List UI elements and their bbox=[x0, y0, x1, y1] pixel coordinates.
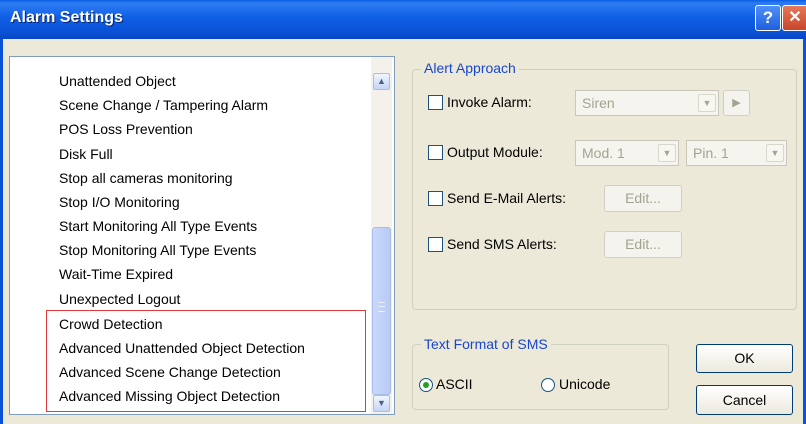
output-module-checkbox[interactable] bbox=[428, 145, 443, 160]
sms-edit-button[interactable]: Edit... bbox=[604, 231, 682, 258]
chevron-down-icon: ▼ bbox=[377, 398, 386, 408]
output-module-value: Mod. 1 bbox=[582, 145, 625, 161]
list-item[interactable]: Stop I/O Monitoring bbox=[59, 194, 180, 210]
window-title: Alarm Settings bbox=[10, 9, 123, 26]
output-module-select[interactable]: Mod. 1 ▼ bbox=[575, 140, 679, 166]
list-item[interactable]: Disk Full bbox=[59, 146, 113, 162]
list-item[interactable]: Unexpected Logout bbox=[59, 291, 180, 307]
list-item[interactable]: Wait-Time Expired bbox=[59, 266, 173, 282]
ascii-radio[interactable] bbox=[419, 378, 433, 392]
close-button[interactable]: ✕ bbox=[782, 5, 806, 31]
unicode-radio[interactable] bbox=[541, 378, 555, 392]
help-button[interactable]: ? bbox=[755, 5, 781, 31]
alarm-sound-value: Siren bbox=[582, 95, 615, 111]
title-bar: Alarm Settings ? ✕ bbox=[0, 0, 806, 39]
sms-alerts-checkbox[interactable] bbox=[428, 237, 443, 252]
email-alerts-label: Send E-Mail Alerts: bbox=[447, 190, 567, 206]
output-module-label: Output Module: bbox=[447, 144, 543, 160]
output-pin-select[interactable]: Pin. 1 ▼ bbox=[686, 140, 787, 166]
email-edit-button[interactable]: Edit... bbox=[604, 185, 682, 212]
ascii-radio-label: ASCII bbox=[436, 376, 473, 392]
scroll-up-button[interactable]: ▲ bbox=[373, 73, 390, 90]
alert-approach-label: Alert Approach bbox=[421, 60, 519, 76]
list-item[interactable]: Stop all cameras monitoring bbox=[59, 170, 233, 186]
list-item[interactable]: Unattended Object bbox=[59, 73, 176, 89]
scroll-down-button[interactable]: ▼ bbox=[373, 395, 390, 412]
chevron-down-icon: ▼ bbox=[766, 144, 784, 162]
unicode-radio-label: Unicode bbox=[559, 376, 611, 392]
grip-icon bbox=[378, 302, 385, 312]
radio-selected-dot bbox=[423, 382, 429, 388]
list-item[interactable]: Stop Monitoring All Type Events bbox=[59, 242, 256, 258]
window-frame-left bbox=[0, 39, 3, 424]
list-scrollbar[interactable]: ▲ ▼ bbox=[371, 57, 392, 414]
chevron-up-icon: ▲ bbox=[377, 76, 386, 86]
highlight-box bbox=[46, 310, 366, 412]
chevron-down-icon: ▼ bbox=[698, 94, 716, 112]
help-icon: ? bbox=[762, 8, 774, 27]
close-icon: ✕ bbox=[788, 9, 802, 26]
alarm-sound-select[interactable]: Siren ▼ bbox=[575, 90, 719, 116]
list-item[interactable]: Scene Change / Tampering Alarm bbox=[59, 97, 268, 113]
play-icon: ▶ bbox=[732, 97, 741, 109]
sms-format-label: Text Format of SMS bbox=[421, 336, 551, 352]
invoke-alarm-label: Invoke Alarm: bbox=[447, 94, 532, 110]
output-pin-value: Pin. 1 bbox=[693, 145, 729, 161]
ok-button[interactable]: OK bbox=[696, 344, 793, 373]
email-alerts-checkbox[interactable] bbox=[428, 191, 443, 206]
chevron-down-icon: ▼ bbox=[658, 144, 676, 162]
play-alarm-button[interactable]: ▶ bbox=[723, 90, 750, 116]
list-item[interactable]: POS Loss Prevention bbox=[59, 121, 193, 137]
cancel-button[interactable]: Cancel bbox=[696, 385, 793, 415]
sms-alerts-label: Send SMS Alerts: bbox=[447, 236, 557, 252]
list-item[interactable]: Start Monitoring All Type Events bbox=[59, 218, 257, 234]
scroll-thumb[interactable] bbox=[372, 227, 391, 395]
invoke-alarm-checkbox[interactable] bbox=[428, 95, 443, 110]
